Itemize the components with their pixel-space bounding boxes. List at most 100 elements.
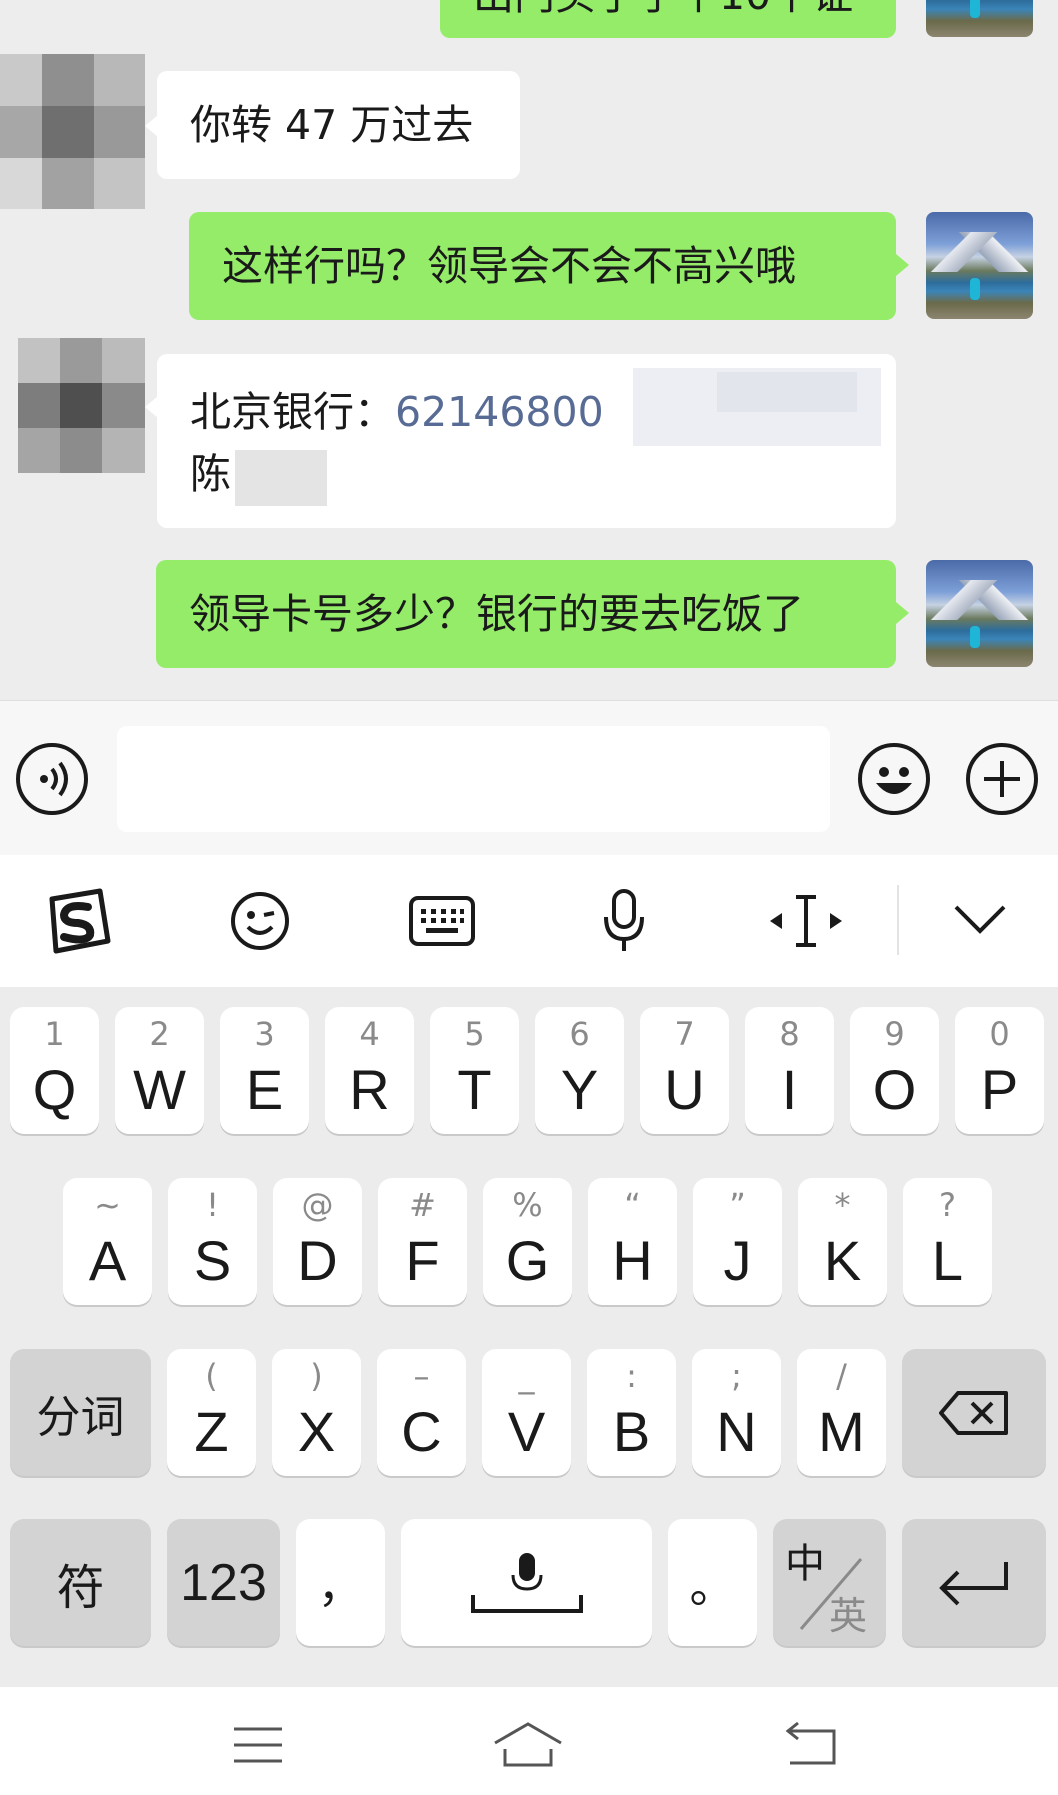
key-secondary-label: ) [310,1357,323,1395]
key-primary-label: T [457,1058,492,1121]
key-w[interactable]: 2W [115,1007,204,1134]
key-secondary-label: 2 [149,1015,170,1053]
key-l[interactable]: ? L [903,1178,992,1305]
key-s[interactable]: ! S [168,1178,257,1305]
key-primary-label: K [823,1229,862,1292]
home-icon[interactable] [491,1721,565,1767]
key-secondary-label: ~ [94,1186,121,1224]
key-primary-label: S [193,1229,232,1292]
system-nav-bar [0,1687,1058,1795]
plus-icon[interactable] [966,743,1038,815]
sogou-logo-icon[interactable] [42,885,114,957]
key-u[interactable]: 7U [640,1007,729,1134]
space-key[interactable] [401,1519,652,1646]
numbers-key[interactable]: 123 [167,1519,280,1646]
voice-icon[interactable] [16,743,88,815]
key-secondary-label: ? [939,1186,956,1224]
key-primary-label: L [931,1229,964,1292]
enter-key[interactable] [902,1519,1046,1646]
key-primary-label: B [612,1400,651,1463]
cursor-move-icon[interactable] [768,891,844,951]
key-primary-label: H [612,1229,653,1292]
key-secondary-label: 9 [884,1015,905,1053]
enter-icon [902,1519,1046,1646]
key-secondary-label: ” [729,1186,746,1224]
key-z[interactable]: (Z [167,1349,256,1476]
key-x[interactable]: ) X [272,1349,361,1476]
key-n[interactable]: ; N [692,1349,781,1476]
chat-bubble-received[interactable]: 你转 47 万过去 [157,71,520,179]
message-text: 这样行吗？领导会不会不高兴哦 [222,242,796,290]
key-f[interactable]: # F [378,1178,467,1305]
key-i[interactable]: 8I [745,1007,834,1134]
language-switch-key[interactable]: 中 英 [773,1519,886,1646]
backspace-key[interactable] [902,1349,1046,1476]
key-d[interactable]: @ D [273,1178,362,1305]
key-secondary-label: 3 [254,1015,275,1053]
menu-icon[interactable] [232,1725,284,1765]
message-input[interactable] [117,726,830,832]
key-p[interactable]: 0P [955,1007,1044,1134]
key-g[interactable]: % G [483,1178,572,1305]
chat-input-bar [0,700,1058,855]
key-secondary-label: _ [518,1357,535,1395]
back-icon[interactable] [782,1721,838,1767]
contact-avatar[interactable] [18,338,145,473]
emoticon-icon[interactable] [228,889,292,953]
space-mic-icon [401,1519,652,1646]
key-primary-label: V [507,1400,546,1463]
keyboard-icon[interactable] [408,895,476,947]
my-avatar[interactable] [926,560,1033,667]
chat-area[interactable]: 出门买了手个10个证 你转 47 万过去 这样行吗？领导会不会不高兴哦 [0,0,1058,700]
key-secondary-label: 4 [359,1015,380,1053]
bank-label: 北京银行： [190,388,395,436]
key-o[interactable]: 9O [850,1007,939,1134]
key-r[interactable]: 4R [325,1007,414,1134]
key-primary-label: F [405,1229,440,1292]
key-secondary-label: ! [206,1186,219,1224]
key-secondary-label: * [834,1186,851,1224]
key-secondary-label: ( [205,1357,218,1395]
card-number-link[interactable]: 62146800 [395,388,604,436]
key-v[interactable]: _ V [482,1349,571,1476]
key-primary-label: I [781,1058,798,1121]
my-avatar[interactable] [926,212,1033,319]
microphone-icon[interactable] [600,887,648,955]
key-j[interactable]: ” J [693,1178,782,1305]
key-t[interactable]: 5T [430,1007,519,1134]
segment-key[interactable]: 分词 [10,1349,151,1476]
segment-key-label: 分词 [36,1391,125,1443]
period-key[interactable]: 。 [668,1519,757,1646]
key-h[interactable]: “H [588,1178,677,1305]
key-c[interactable]: – C [377,1349,466,1476]
bubble-tail [896,254,909,276]
symbols-key[interactable]: 符 [10,1519,151,1646]
key-y[interactable]: 6Y [535,1007,624,1134]
redacted-card-digits [717,372,857,412]
comma-key[interactable]: ， [296,1519,385,1646]
period-key-label: 。 [689,1558,736,1613]
chat-bubble-sent[interactable]: 领导卡号多少？银行的要去吃饭了 [156,560,896,668]
key-primary-label: J [723,1229,752,1292]
contact-avatar[interactable] [0,54,145,209]
key-secondary-label: : [626,1357,637,1395]
collapse-chevron-icon[interactable] [952,901,1008,937]
key-q[interactable]: 1Q [10,1007,99,1134]
key-k[interactable]: * K [798,1178,887,1305]
key-secondary-label: 5 [464,1015,485,1053]
emoji-icon[interactable] [858,743,930,815]
chat-bubble-sent[interactable]: 这样行吗？领导会不会不高兴哦 [189,212,896,320]
comma-key-label: ， [317,1558,364,1613]
chat-bubble-sent[interactable]: 出门买了手个10个证 [440,0,896,38]
key-secondary-label: % [512,1186,543,1224]
key-b[interactable]: :B [587,1349,676,1476]
key-m[interactable]: / M [797,1349,886,1476]
key-a[interactable]: ~ A [63,1178,152,1305]
numbers-key-label: 123 [180,1553,267,1612]
chat-bubble-received[interactable]: 北京银行：62146800 陈 [157,354,896,528]
my-avatar[interactable] [926,0,1033,37]
key-primary-label: N [716,1400,757,1463]
key-e[interactable]: 3E [220,1007,309,1134]
key-primary-label: X [297,1400,336,1463]
bubble-tail [896,602,909,624]
